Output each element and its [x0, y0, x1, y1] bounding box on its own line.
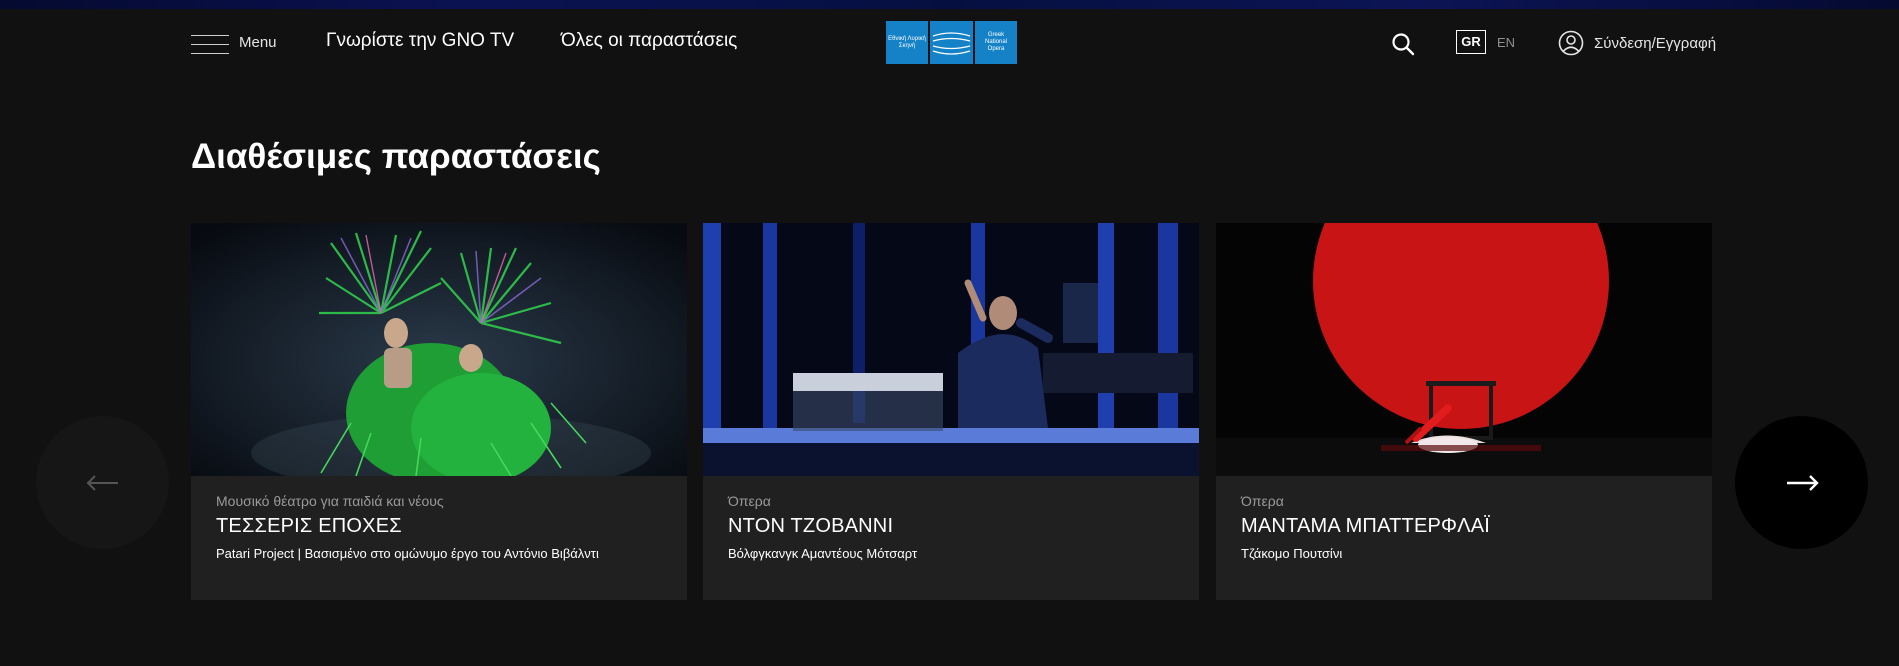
performance-image-don-giovanni — [703, 223, 1199, 476]
nav-link-gno-tv[interactable]: Γνωρίστε την GNO TV — [326, 30, 514, 52]
card-category: Όπερα — [728, 493, 771, 509]
carousel-prev-button[interactable] — [36, 416, 169, 549]
logo-waves-icon — [930, 21, 973, 64]
card-title: ΤΕΣΣΕΡΙΣ ΕΠΟΧΕΣ — [216, 515, 402, 537]
performance-image-madama-butterfly — [1216, 223, 1712, 476]
lang-en-button[interactable]: EN — [1497, 35, 1515, 50]
logo-greek-text: Εθνική Λυρική Σκηνή — [886, 21, 928, 64]
performance-card-don-giovanni[interactable]: Όπερα ΝΤΟΝ ΤΖΟΒΑΝΝΙ Βόλφγκανγκ Αμαντέους… — [703, 223, 1199, 600]
user-icon — [1558, 30, 1584, 56]
menu-button[interactable]: Menu — [191, 31, 277, 57]
performance-card-madama-butterfly[interactable]: Όπερα ΜΑΝΤΑΜΑ ΜΠΑΤΤΕΡΦΛΑΪ Τζάκομο Πουτσί… — [1216, 223, 1712, 600]
arrow-right-icon — [1786, 474, 1819, 491]
card-subtitle: Τζάκομο Πουτσίνι — [1241, 546, 1343, 561]
performance-card-four-seasons[interactable]: Μουσικό θέατρο για παιδιά και νέους ΤΕΣΣ… — [191, 223, 687, 600]
login-label: Σύνδεση/Εγγραφή — [1594, 34, 1717, 52]
lang-gr-button[interactable]: GR — [1456, 30, 1486, 54]
card-category: Όπερα — [1241, 493, 1284, 509]
card-category: Μουσικό θέατρο για παιδιά και νέους — [216, 493, 444, 509]
arrow-left-icon — [86, 474, 118, 491]
gno-logo[interactable]: Εθνική Λυρική Σκηνή Greek National Opera — [886, 21, 1017, 64]
login-button[interactable]: Σύνδεση/Εγγραφή — [1558, 30, 1716, 56]
top-banner-strip — [0, 0, 1899, 9]
card-title: ΜΑΝΤΑΜΑ ΜΠΑΤΤΕΡΦΛΑΪ — [1241, 515, 1491, 537]
performance-image-four-seasons — [191, 223, 687, 476]
carousel-next-button[interactable] — [1735, 416, 1868, 549]
menu-label: Menu — [239, 33, 277, 51]
section-title: Διαθέσιμες παραστάσεις — [191, 137, 601, 176]
hamburger-icon — [191, 33, 229, 55]
search-icon — [1392, 33, 1415, 56]
card-subtitle: Βόλφγκανγκ Αμαντέους Μότσαρτ — [728, 546, 918, 561]
card-subtitle: Patari Project | Βασισμένο στο ομώνυμο έ… — [216, 546, 599, 561]
card-title: ΝΤΟΝ ΤΖΟΒΑΝΝΙ — [728, 515, 894, 537]
search-button[interactable] — [1390, 31, 1416, 57]
logo-english-text: Greek National Opera — [975, 21, 1017, 64]
nav-link-all-performances[interactable]: Όλες οι παραστάσεις — [561, 30, 737, 52]
top-navbar: Menu Γνωρίστε την GNO TV Όλες οι παραστά… — [0, 9, 1899, 75]
